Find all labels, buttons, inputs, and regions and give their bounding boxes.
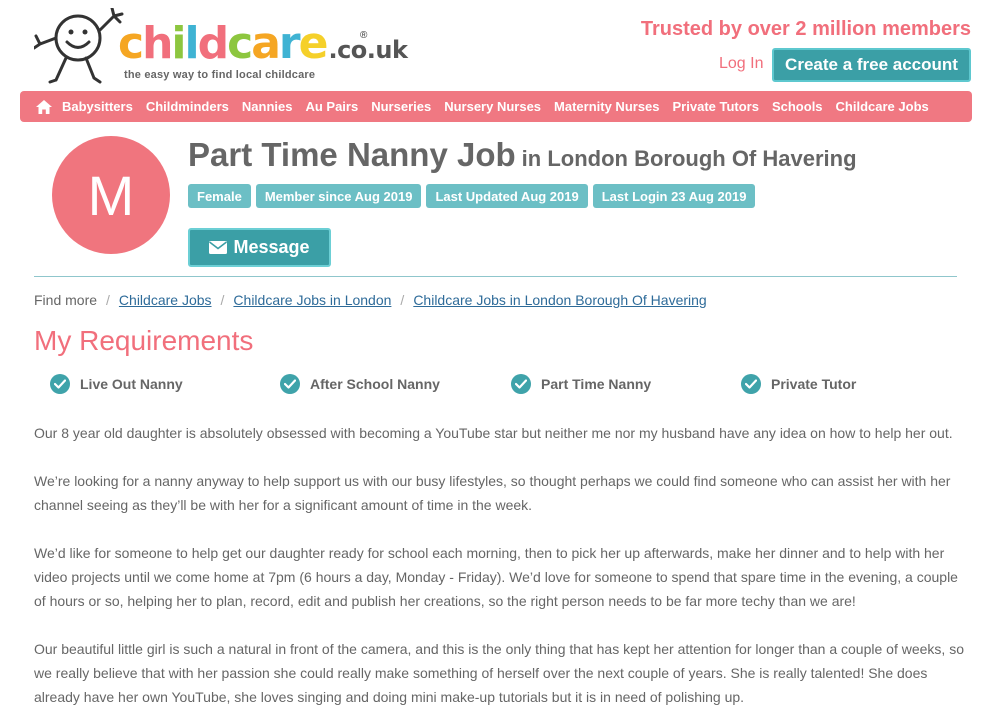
description-paragraph: We’re looking for a nanny anyway to help… bbox=[34, 473, 951, 513]
message-button[interactable]: Message bbox=[188, 228, 331, 267]
breadcrumb-prefix: Find more bbox=[34, 292, 98, 308]
login-link[interactable]: Log In bbox=[719, 55, 763, 73]
breadcrumb: Find more / Childcare Jobs / Childcare J… bbox=[34, 292, 707, 308]
description-paragraph: Our beautiful little girl is such a natu… bbox=[34, 641, 964, 705]
breadcrumb-link-childcare-jobs-london[interactable]: Childcare Jobs in London bbox=[233, 292, 391, 308]
job-location: in London Borough Of Havering bbox=[521, 146, 857, 171]
logo-letter: h bbox=[142, 18, 173, 69]
description-paragraph: Our 8 year old daughter is absolutely ob… bbox=[34, 425, 953, 441]
nav-item-babysitters[interactable]: Babysitters bbox=[62, 99, 133, 114]
requirement-label: Private Tutor bbox=[771, 376, 857, 392]
trusted-banner: Trusted by over 2 million members bbox=[640, 18, 971, 40]
breadcrumb-link-childcare-jobs-havering[interactable]: Childcare Jobs in London Borough Of Have… bbox=[413, 292, 706, 308]
logo-letter: d bbox=[197, 18, 229, 69]
nav-item-childminders[interactable]: Childminders bbox=[146, 99, 229, 114]
smiley-figure-icon bbox=[34, 8, 124, 84]
check-circle-icon bbox=[511, 374, 531, 394]
requirement-item: Part Time Nanny bbox=[511, 374, 651, 394]
message-button-label: Message bbox=[233, 237, 310, 257]
home-icon[interactable] bbox=[36, 99, 53, 114]
logo-letter: c bbox=[227, 18, 253, 69]
requirement-item: Private Tutor bbox=[741, 374, 856, 394]
check-circle-icon bbox=[741, 374, 761, 394]
logo-letter: a bbox=[251, 18, 281, 69]
avatar: M bbox=[52, 136, 170, 254]
logo-domain: .co.uk bbox=[328, 36, 408, 64]
nav-item-schools[interactable]: Schools bbox=[772, 99, 823, 114]
nav-item-childcare-jobs[interactable]: Childcare Jobs bbox=[836, 99, 929, 114]
requirement-label: After School Nanny bbox=[310, 376, 440, 392]
nav-item-maternity-nurses[interactable]: Maternity Nurses bbox=[554, 99, 659, 114]
job-description: Our 8 year old daughter is absolutely ob… bbox=[34, 421, 964, 712]
nav-item-nurseries[interactable]: Nurseries bbox=[371, 99, 431, 114]
breadcrumb-separator: / bbox=[220, 292, 225, 308]
site-logo[interactable]: childcare.co.uk ® the easy way to find l… bbox=[34, 8, 408, 84]
create-account-button[interactable]: Create a free account bbox=[772, 48, 971, 82]
nav-item-nannies[interactable]: Nannies bbox=[242, 99, 293, 114]
description-paragraph: We’d like for someone to help get our da… bbox=[34, 545, 958, 609]
requirements-list: Live Out Nanny After School Nanny Part T… bbox=[50, 374, 950, 394]
requirement-label: Live Out Nanny bbox=[80, 376, 183, 392]
logo-letter: r bbox=[278, 18, 301, 69]
requirement-item: Live Out Nanny bbox=[50, 374, 183, 394]
profile-badges: Female Member since Aug 2019 Last Update… bbox=[188, 184, 760, 208]
requirement-item: After School Nanny bbox=[280, 374, 440, 394]
nav-item-nursery-nurses[interactable]: Nursery Nurses bbox=[444, 99, 541, 114]
nav-item-au-pairs[interactable]: Au Pairs bbox=[305, 99, 358, 114]
logo-letter: c bbox=[118, 18, 144, 69]
logo-letter: i bbox=[171, 18, 186, 69]
logo-letter: l bbox=[184, 18, 200, 69]
requirement-label: Part Time Nanny bbox=[541, 376, 652, 392]
registered-mark: ® bbox=[360, 30, 368, 41]
nav-item-private-tutors[interactable]: Private Tutors bbox=[673, 99, 759, 114]
badge-last-updated: Last Updated Aug 2019 bbox=[426, 184, 588, 208]
page-title: Part Time Nanny Job in London Borough Of … bbox=[188, 136, 857, 174]
main-nav: Babysitters Childminders Nannies Au Pair… bbox=[20, 91, 972, 122]
badge-gender: Female bbox=[188, 184, 251, 208]
check-circle-icon bbox=[50, 374, 70, 394]
check-circle-icon bbox=[280, 374, 300, 394]
badge-last-login: Last Login 23 Aug 2019 bbox=[592, 184, 756, 208]
requirements-heading: My Requirements bbox=[34, 325, 254, 356]
breadcrumb-separator: / bbox=[106, 292, 110, 308]
job-title: Part Time Nanny Job bbox=[188, 136, 516, 173]
breadcrumb-separator: / bbox=[400, 292, 405, 308]
envelope-icon bbox=[209, 241, 228, 254]
logo-tagline: the easy way to find local childcare bbox=[124, 69, 316, 81]
logo-letter: e bbox=[298, 18, 329, 69]
divider bbox=[34, 276, 957, 277]
breadcrumb-link-childcare-jobs[interactable]: Childcare Jobs bbox=[119, 292, 212, 308]
badge-member-since: Member since Aug 2019 bbox=[255, 184, 422, 208]
